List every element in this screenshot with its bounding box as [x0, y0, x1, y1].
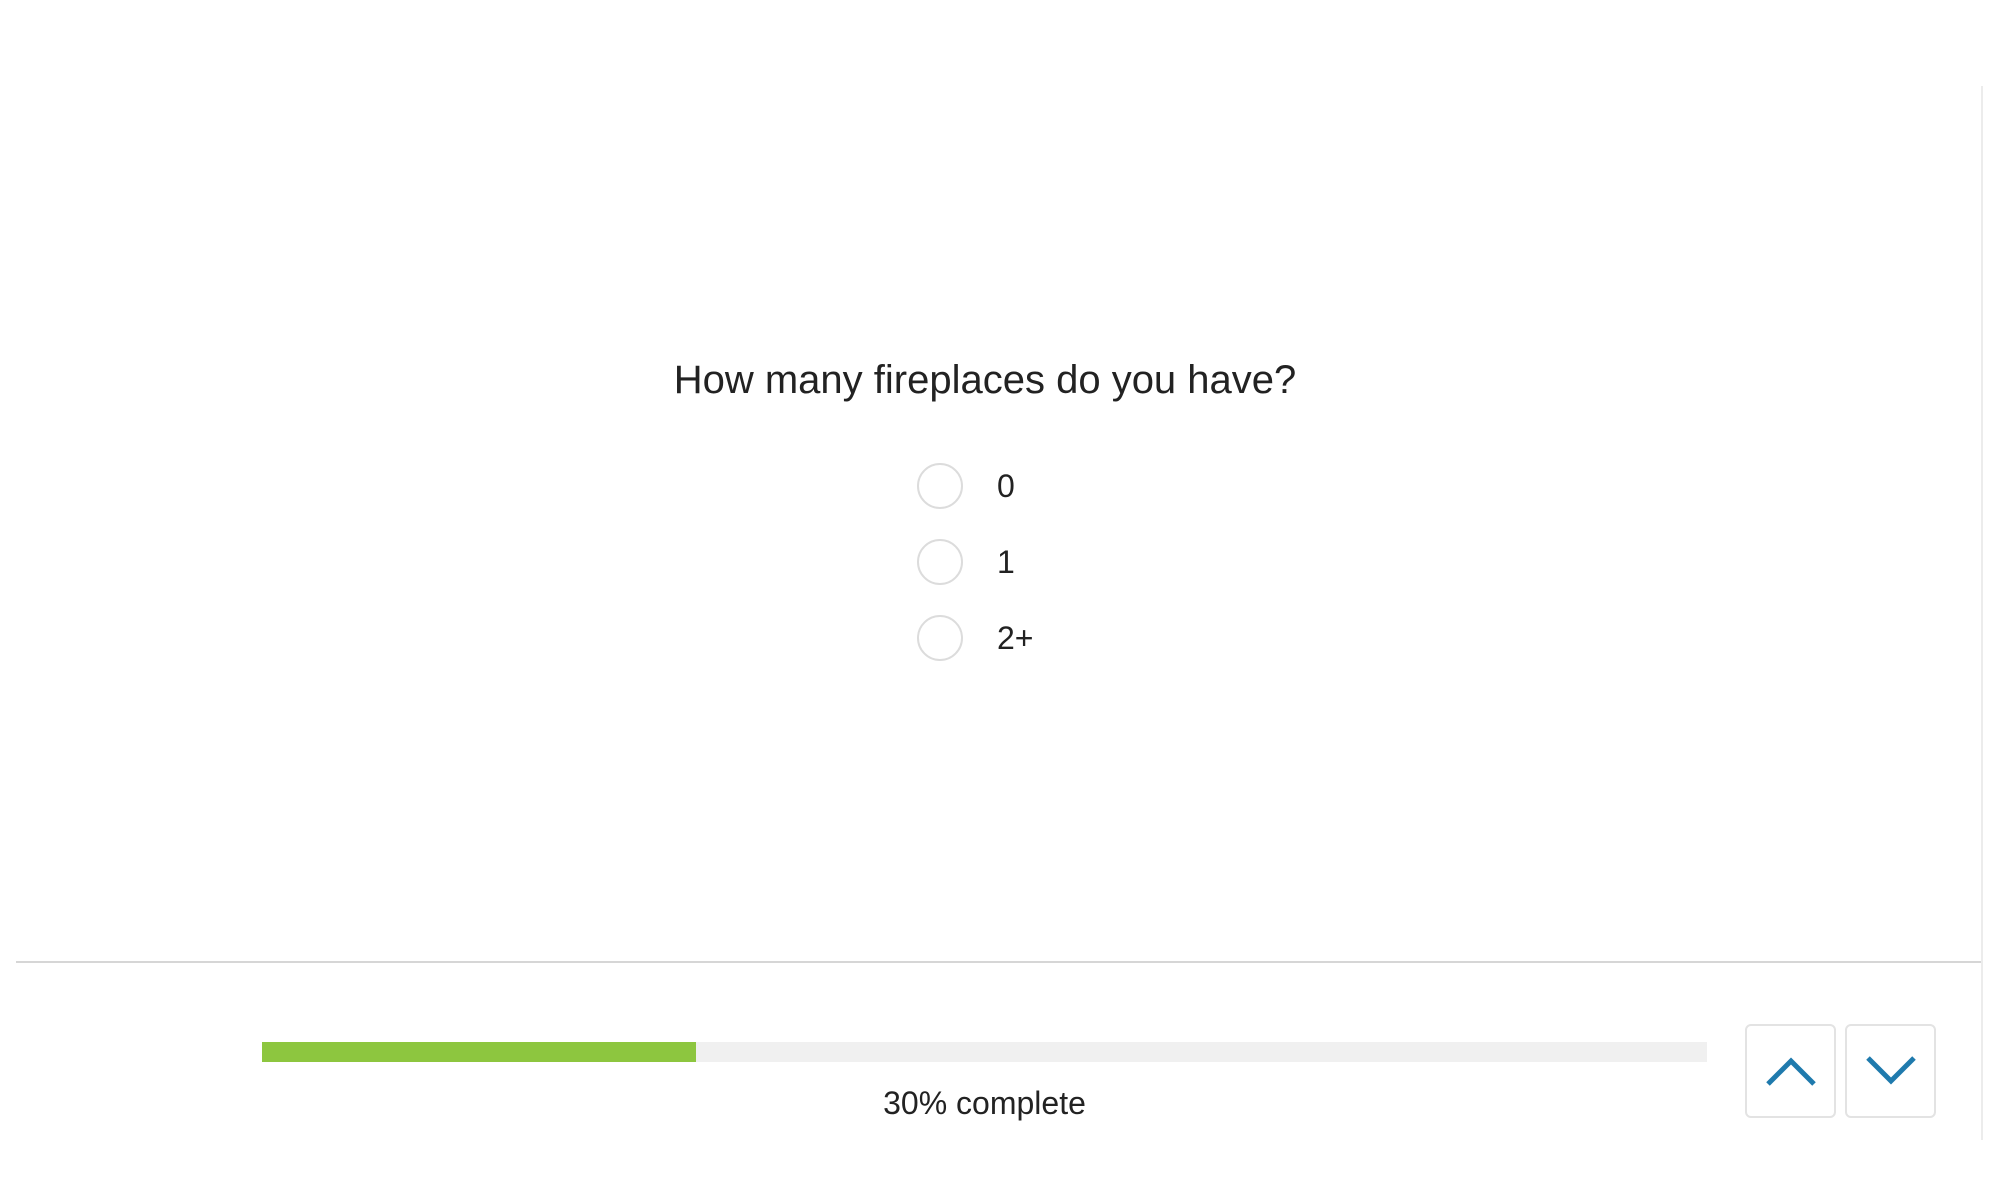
option-label: 2+	[997, 619, 1034, 656]
question-area: How many fireplaces do you have? 0 1 2+	[0, 0, 1970, 960]
next-question-button[interactable]	[1845, 1024, 1936, 1118]
option-0[interactable]: 0	[917, 461, 1033, 511]
progress-bar	[262, 1042, 1707, 1062]
question-title: How many fireplaces do you have?	[673, 358, 1297, 402]
chevron-up-icon	[1765, 1057, 1816, 1086]
page-edge	[1981, 86, 1983, 1140]
previous-question-button[interactable]	[1745, 1024, 1836, 1118]
option-label: 0	[997, 467, 1015, 504]
progress-fill	[262, 1042, 696, 1062]
option-1[interactable]: 1	[917, 537, 1033, 587]
option-2-plus[interactable]: 2+	[917, 613, 1033, 663]
progress-label: 30% complete	[883, 1085, 1086, 1121]
radio-button[interactable]	[917, 539, 963, 585]
chevron-down-icon	[1865, 1056, 1916, 1085]
radio-button[interactable]	[917, 615, 963, 661]
footer-divider	[16, 961, 1981, 963]
option-label: 1	[997, 543, 1015, 580]
survey-page: How many fireplaces do you have? 0 1 2+ …	[0, 0, 1990, 1200]
radio-button[interactable]	[917, 463, 963, 509]
answer-options: 0 1 2+	[917, 461, 1033, 689]
